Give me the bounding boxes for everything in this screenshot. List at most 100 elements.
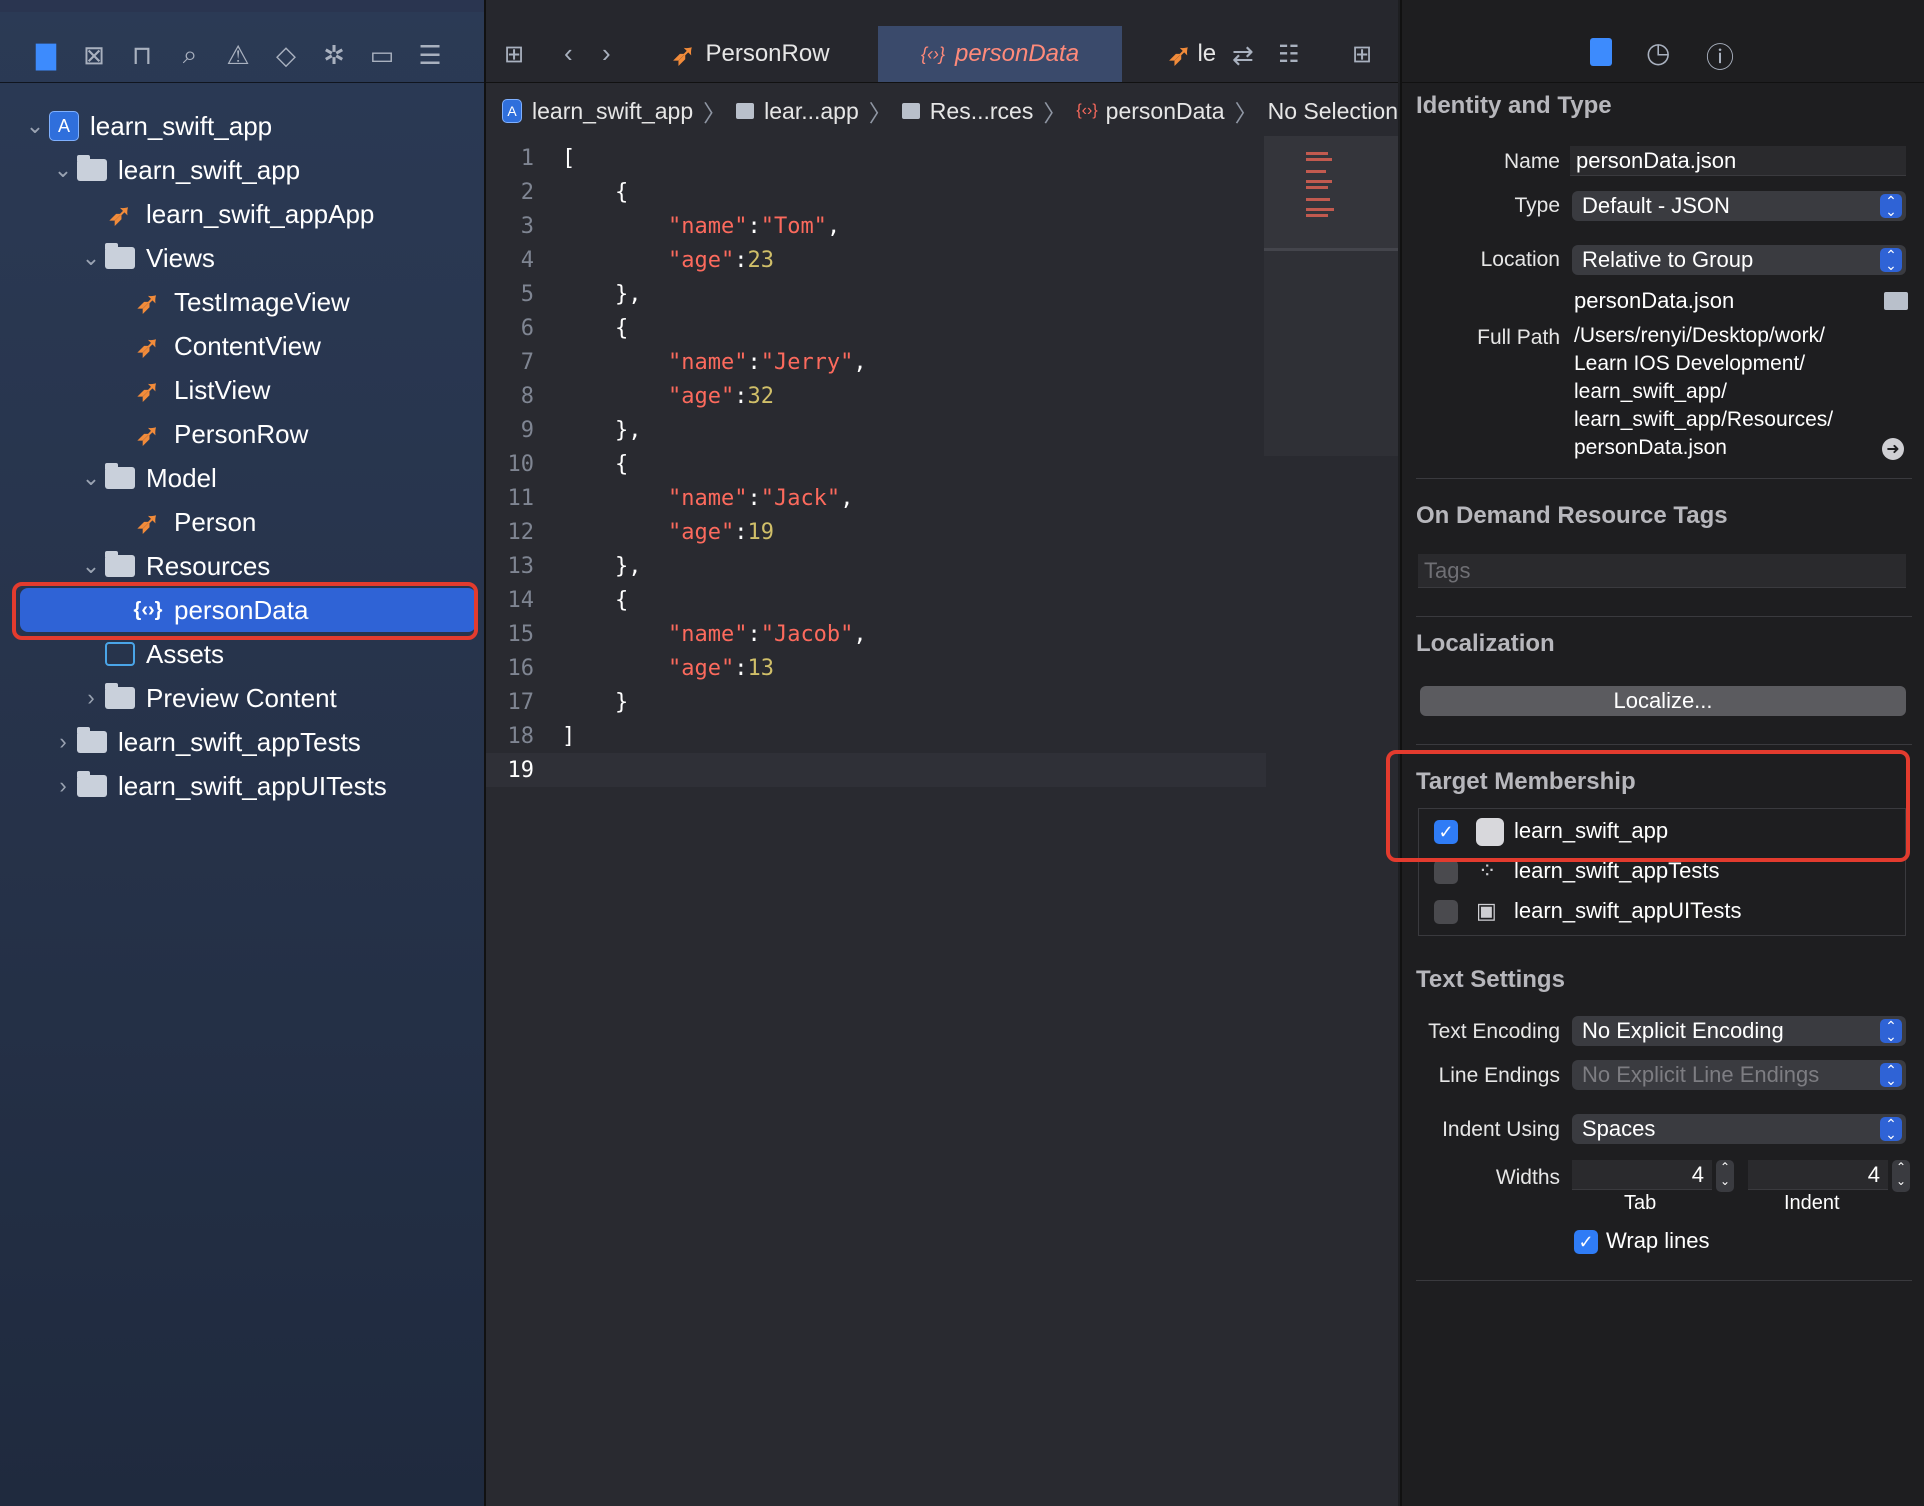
indent-using-popup[interactable]: Spaces ⌃ ⌄: [1572, 1114, 1906, 1144]
chevron-down-icon[interactable]: ⌄: [78, 553, 104, 579]
code-line[interactable]: 16 "age":13: [486, 651, 1266, 685]
tab-overflow[interactable]: ➶ le: [1168, 26, 1218, 82]
file-inspector-icon[interactable]: [1590, 38, 1612, 66]
code-line[interactable]: 5 },: [486, 277, 1266, 311]
tab-width-stepper[interactable]: ⌃ ⌄: [1716, 1160, 1734, 1192]
swap-icon[interactable]: ⇄: [1232, 40, 1254, 71]
type-popup-value: Default - JSON: [1582, 193, 1730, 218]
line-number: 19: [507, 757, 535, 783]
chevron-right-icon[interactable]: ›: [78, 685, 104, 711]
forward-icon[interactable]: ›: [602, 38, 611, 69]
tree-row[interactable]: ➶ Person: [0, 500, 484, 544]
reveal-arrow-icon[interactable]: ➜: [1882, 438, 1904, 460]
tags-field[interactable]: Tags: [1418, 554, 1906, 588]
tree-row[interactable]: › learn_swift_appUITests: [0, 764, 484, 808]
tree-row-label: Preview Content: [146, 682, 337, 713]
code-line[interactable]: 14 {: [486, 583, 1266, 617]
tree-row[interactable]: › learn_swift_appTests: [0, 720, 484, 764]
folder-icon: [901, 103, 920, 119]
code-line[interactable]: 8 "age":32: [486, 379, 1266, 413]
chevron-down-icon[interactable]: ⌄: [50, 157, 76, 183]
issue-icon[interactable]: ⚠: [222, 39, 254, 71]
tree-row[interactable]: ⌄ Views: [0, 236, 484, 280]
target-checkbox-uitests[interactable]: [1434, 900, 1458, 924]
editor-options-icon[interactable]: ☷: [1278, 40, 1300, 69]
folder-navigator-icon[interactable]: ▇: [30, 39, 62, 71]
breadcrumb-item[interactable]: personData: [1106, 98, 1225, 125]
name-field[interactable]: personData.json: [1570, 146, 1906, 176]
code-line[interactable]: 4 "age":23: [486, 243, 1266, 277]
tree-row[interactable]: › Preview Content: [0, 676, 484, 720]
text-encoding-label: Text Encoding: [1428, 1020, 1560, 1043]
code-line[interactable]: 7 "name":"Jerry",: [486, 345, 1266, 379]
localize-button[interactable]: Localize...: [1420, 686, 1906, 716]
code-line[interactable]: 13 },: [486, 549, 1266, 583]
code-line[interactable]: 15 "name":"Jacob",: [486, 617, 1266, 651]
code-line[interactable]: 18]: [486, 719, 1266, 753]
minimap-line: [1306, 180, 1332, 183]
back-icon[interactable]: ‹: [564, 38, 573, 69]
code-text: [: [562, 145, 576, 171]
tree-row[interactable]: ➶ ListView: [0, 368, 484, 412]
breadcrumb-item[interactable]: lear...app: [764, 98, 859, 125]
code-editor[interactable]: 1[2 {3 "name":"Tom", 4 "age":23 5 }, 6 {7 "…: [486, 141, 1266, 787]
code-line[interactable]: 17 }: [486, 685, 1266, 719]
tree-row[interactable]: ➶ learn_swift_appApp: [0, 192, 484, 236]
indent-width-field[interactable]: 4: [1748, 1160, 1888, 1190]
breadcrumb-item[interactable]: Res...rces: [930, 98, 1034, 125]
breakpoint-icon[interactable]: ▭: [366, 39, 398, 71]
code-line[interactable]: 12 "age":19: [486, 515, 1266, 549]
swift-file-icon: ➶: [1168, 38, 1192, 70]
source-control-icon[interactable]: ⊠: [78, 39, 110, 71]
chevron-right-icon[interactable]: ›: [50, 773, 76, 799]
type-popup[interactable]: Default - JSON ⌃ ⌄: [1572, 191, 1906, 221]
tree-row-label: learn_swift_app: [118, 154, 301, 185]
full-path-line: personData.json: [1574, 436, 1727, 459]
report-icon[interactable]: ☰: [414, 39, 446, 71]
tree-row[interactable]: ➶ TestImageView: [0, 280, 484, 324]
code-line[interactable]: 3 "name":"Tom",: [486, 209, 1266, 243]
chevron-down-icon[interactable]: ⌄: [78, 245, 104, 271]
tab-personrow[interactable]: ➶ PersonRow: [672, 26, 862, 82]
history-icon[interactable]: ◷: [1646, 36, 1670, 69]
add-editor-icon[interactable]: ⊞: [1352, 40, 1372, 69]
code-line[interactable]: 1[: [486, 141, 1266, 175]
line-number: 9: [520, 417, 534, 443]
minimap[interactable]: [1264, 136, 1398, 456]
text-encoding-popup[interactable]: No Explicit Encoding ⌃ ⌄: [1572, 1016, 1906, 1046]
tree-row[interactable]: ➶ PersonRow: [0, 412, 484, 456]
indent-width-stepper[interactable]: ⌃ ⌄: [1892, 1160, 1910, 1192]
debug-icon[interactable]: ✲: [318, 39, 350, 71]
code-line[interactable]: 10 {: [486, 447, 1266, 481]
swift-file-icon: ➶: [136, 418, 160, 450]
tree-row-label: learn_swift_appApp: [146, 198, 375, 229]
test-icon[interactable]: ◇: [270, 39, 302, 71]
wrap-lines-checkbox[interactable]: ✓: [1574, 1230, 1598, 1254]
location-popup[interactable]: Relative to Group ⌃ ⌄: [1572, 245, 1906, 275]
target-checkbox-tests[interactable]: [1434, 860, 1458, 884]
code-text: "name":"Jack",: [667, 485, 854, 511]
code-line[interactable]: 2 {: [486, 175, 1266, 209]
code-line[interactable]: 6 {: [486, 311, 1266, 345]
tree-row[interactable]: ➶ ContentView: [0, 324, 484, 368]
tree-row[interactable]: ⌄ Model: [0, 456, 484, 500]
chevron-down-icon[interactable]: ⌄: [78, 465, 104, 491]
help-icon[interactable]: ⓘ: [1706, 36, 1734, 76]
tree-row[interactable]: ⌄ learn_swift_app: [0, 148, 484, 192]
chevron-down-icon[interactable]: ⌄: [22, 113, 48, 139]
folder-icon[interactable]: [1884, 292, 1908, 310]
code-line[interactable]: 11 "name":"Jack",: [486, 481, 1266, 515]
json-file-icon: {‹›}: [1076, 102, 1098, 119]
code-line[interactable]: 9 },: [486, 413, 1266, 447]
find-icon[interactable]: ⌕: [174, 39, 206, 71]
grid-icon[interactable]: ⊞: [504, 40, 524, 69]
code-line[interactable]: 19: [486, 753, 1266, 787]
chevron-right-icon[interactable]: ›: [50, 729, 76, 755]
tab-width-field[interactable]: 4: [1572, 1160, 1712, 1190]
symbol-navigator-icon[interactable]: ⊓: [126, 39, 158, 71]
breadcrumb-item[interactable]: No Selection: [1268, 98, 1398, 125]
tree-row[interactable]: ⌄ Alearn_swift_app: [0, 104, 484, 148]
breadcrumb-item[interactable]: learn_swift_app: [532, 98, 693, 125]
tab-persondata[interactable]: {‹›} personData: [878, 26, 1122, 82]
line-endings-popup[interactable]: No Explicit Line Endings ⌃ ⌄: [1572, 1060, 1906, 1090]
